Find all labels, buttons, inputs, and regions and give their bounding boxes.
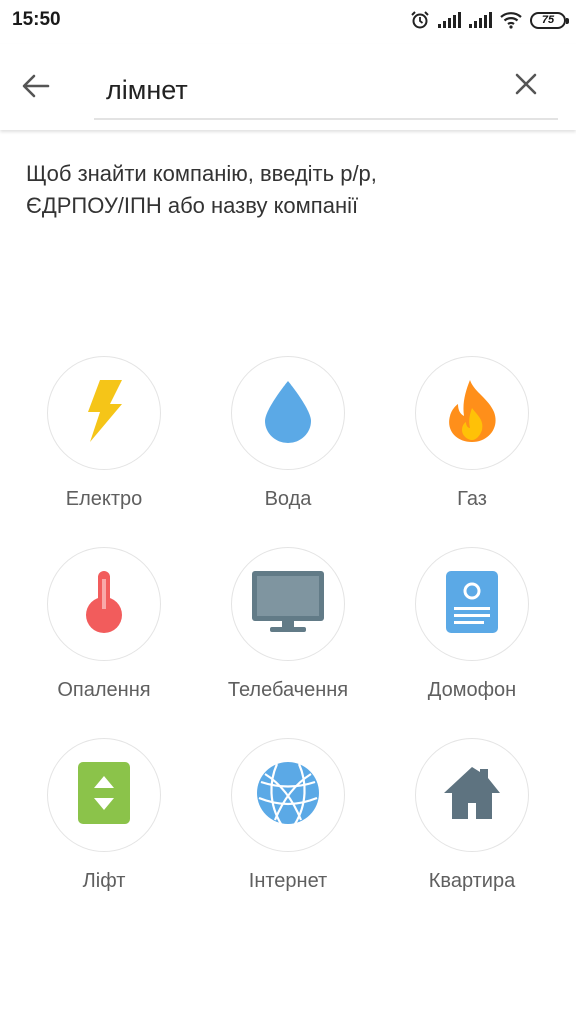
- category-icon-circle: [47, 738, 161, 852]
- category-icon-circle: [47, 356, 161, 470]
- elevator-icon: [76, 760, 132, 831]
- category-heating[interactable]: Опалення: [12, 547, 196, 738]
- category-icon-circle: [415, 738, 529, 852]
- close-icon: [514, 72, 538, 101]
- thermometer-icon: [80, 569, 128, 640]
- category-label: Домофон: [427, 679, 517, 701]
- category-label: Телебачення: [227, 679, 349, 701]
- category-tv[interactable]: Телебачення: [196, 547, 380, 738]
- category-gas[interactable]: Газ: [380, 356, 564, 547]
- category-label: Вода: [264, 488, 312, 510]
- clear-button[interactable]: [504, 64, 548, 108]
- category-label: Електро: [65, 488, 143, 510]
- house-icon: [442, 763, 502, 828]
- status-bar: 15:50 75: [0, 0, 576, 40]
- status-icons: 75: [410, 10, 569, 30]
- search-input[interactable]: [94, 62, 558, 120]
- category-apartment[interactable]: Квартира: [380, 738, 564, 929]
- signal-icon: [468, 11, 492, 29]
- category-icon-circle: [231, 547, 345, 661]
- back-button[interactable]: [14, 66, 58, 110]
- category-electro[interactable]: Електро: [12, 356, 196, 547]
- category-label: Опалення: [57, 679, 151, 701]
- globe-icon: [255, 760, 321, 831]
- category-intercom[interactable]: Домофон: [380, 547, 564, 738]
- category-internet[interactable]: Інтернет: [196, 738, 380, 929]
- lightning-icon: [82, 378, 126, 449]
- battery-icon: 75: [530, 11, 569, 29]
- category-grid: Електро Вода Газ Опалення Телебачення До…: [12, 356, 562, 929]
- category-icon-circle: [415, 547, 529, 661]
- category-icon-circle: [231, 356, 345, 470]
- water-drop-icon: [263, 379, 313, 448]
- search-hint: Щоб знайти компанію, введіть р/р, ЄДРПОУ…: [26, 161, 377, 218]
- signal-icon: [437, 11, 461, 29]
- search-toolbar: [0, 44, 576, 130]
- category-label: Квартира: [428, 870, 516, 892]
- intercom-icon: [444, 569, 500, 640]
- category-icon-circle: [231, 738, 345, 852]
- category-label: Інтернет: [248, 870, 328, 892]
- status-time: 15:50: [12, 9, 61, 30]
- wifi-icon: [499, 11, 523, 29]
- category-icon-circle: [415, 356, 529, 470]
- category-label: Газ: [457, 488, 487, 510]
- alarm-icon: [410, 10, 430, 30]
- category-label: Ліфт: [82, 870, 126, 892]
- category-elevator[interactable]: Ліфт: [12, 738, 196, 929]
- arrow-left-icon: [22, 74, 50, 103]
- flame-icon: [446, 378, 498, 449]
- category-water[interactable]: Вода: [196, 356, 380, 547]
- category-icon-circle: [47, 547, 161, 661]
- tv-icon: [250, 569, 326, 640]
